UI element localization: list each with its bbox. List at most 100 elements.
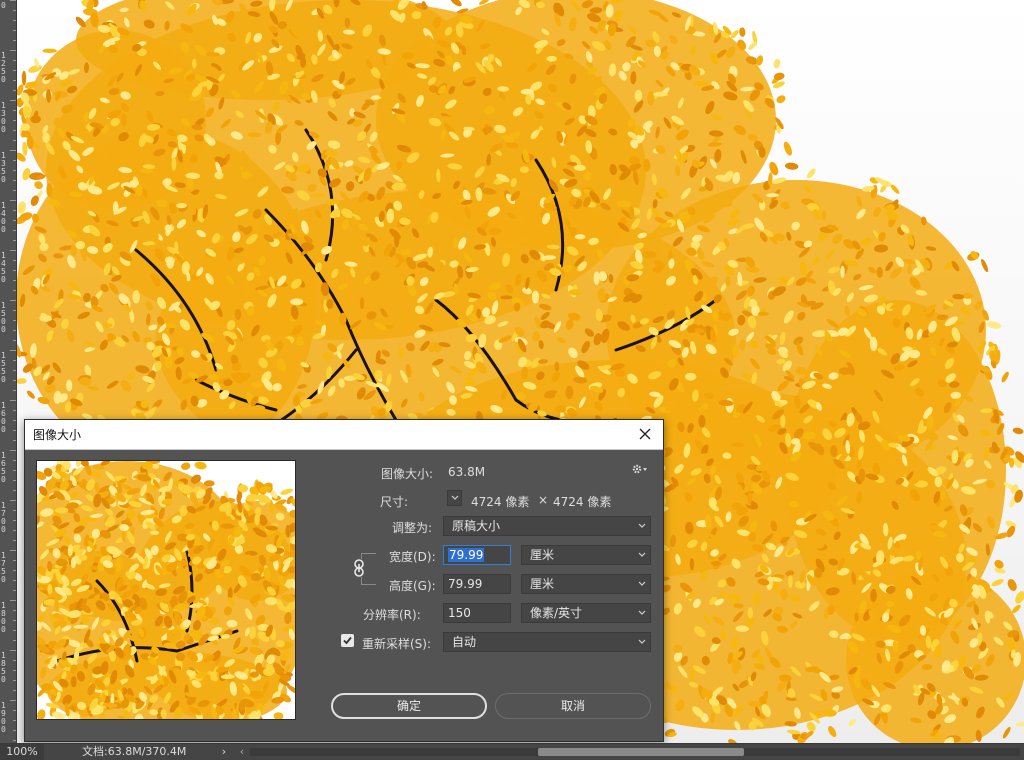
ruler-minor-tick xyxy=(13,570,16,571)
width-label: 宽度(D): xyxy=(389,550,436,564)
ruler-minor-tick xyxy=(13,540,16,541)
resample-checkbox[interactable] xyxy=(341,634,354,647)
ruler-label: 1700 xyxy=(1,501,6,534)
zoom-level-field[interactable]: 100% xyxy=(0,744,44,760)
checkmark-icon xyxy=(343,636,352,645)
settings-gear-button[interactable] xyxy=(631,462,649,476)
gear-icon xyxy=(632,464,647,474)
vertical-ruler[interactable]: 0 1250 1300 1350 1400 1450 1500 1550 1600 1650 170… xyxy=(0,0,17,743)
fit-to-value: 原稿大小 xyxy=(452,519,501,533)
dimensions-unit-dropdown[interactable] xyxy=(447,490,462,506)
height-value: 79.99 xyxy=(448,577,483,591)
dimensions-label: 尺寸: xyxy=(380,495,409,509)
ruler-minor-tick xyxy=(13,210,16,211)
ruler-minor-tick xyxy=(13,660,16,661)
constrain-proportions-toggle[interactable] xyxy=(352,559,366,577)
status-menu-arrow[interactable]: › xyxy=(218,744,230,760)
dialog-title: 图像大小 xyxy=(33,428,82,442)
ruler-tick xyxy=(10,650,16,651)
ruler-minor-tick xyxy=(13,310,16,311)
ruler-minor-tick xyxy=(13,160,16,161)
resolution-input[interactable]: 150 xyxy=(443,603,511,623)
ruler-label: 1500 xyxy=(1,301,6,334)
ruler-tick xyxy=(10,500,16,501)
image-size-dialog: 图像大小 图像大小: 63.8M 尺寸: 4724 像素 × 4724 像素 调… xyxy=(24,419,664,742)
ruler-tick xyxy=(10,50,16,51)
ruler-minor-tick xyxy=(13,510,16,511)
ruler-minor-tick xyxy=(13,10,16,11)
ruler-minor-tick xyxy=(13,520,16,521)
ruler-minor-tick xyxy=(13,170,16,171)
ruler-label: 1250 xyxy=(1,51,6,84)
ruler-minor-tick xyxy=(13,670,16,671)
resolution-unit-select[interactable]: 像素/英寸 xyxy=(521,603,651,623)
chevron-down-icon xyxy=(638,610,646,615)
ruler-tick xyxy=(10,700,16,701)
ruler-tick xyxy=(10,400,16,401)
ruler-label: 0 xyxy=(1,1,6,10)
chevron-down-icon xyxy=(638,581,646,586)
ruler-label: 1650 xyxy=(1,451,6,484)
chevron-down-icon xyxy=(638,639,646,644)
ruler-minor-tick xyxy=(13,70,16,71)
ok-button-label: 确定 xyxy=(396,699,421,713)
cancel-button[interactable]: 取消 xyxy=(495,693,651,719)
resolution-unit-value: 像素/英寸 xyxy=(530,606,583,620)
ruler-minor-tick xyxy=(13,30,16,31)
document-info: 文档:63.8M/370.4M xyxy=(82,745,187,758)
resample-label: 重新采样(S): xyxy=(362,637,432,651)
resolution-value: 150 xyxy=(448,606,471,620)
height-input[interactable]: 79.99 xyxy=(443,574,511,594)
ruler-minor-tick xyxy=(13,440,16,441)
resolution-label: 分辨率(R): xyxy=(363,608,421,622)
scroll-left-button[interactable]: ‹ xyxy=(236,744,248,760)
ruler-minor-tick xyxy=(13,130,16,131)
scrollbar-thumb[interactable] xyxy=(538,748,744,756)
ruler-minor-tick xyxy=(13,480,16,481)
close-icon xyxy=(639,428,651,440)
ruler-minor-tick xyxy=(13,460,16,461)
ruler-minor-tick xyxy=(13,380,16,381)
ruler-minor-tick xyxy=(13,140,16,141)
ruler-minor-tick xyxy=(13,20,16,21)
fit-to-label: 调整为: xyxy=(392,521,433,535)
ruler-tick xyxy=(10,150,16,151)
dimensions-height: 4724 像素 xyxy=(553,495,612,509)
chain-link-icon xyxy=(354,559,364,577)
height-unit-select[interactable]: 厘米 xyxy=(521,574,651,594)
ruler-tick xyxy=(10,200,16,201)
ruler-minor-tick xyxy=(13,330,16,331)
ruler-minor-tick xyxy=(13,120,16,121)
ruler-minor-tick xyxy=(13,610,16,611)
width-input[interactable]: 79.99 xyxy=(443,545,511,565)
ruler-minor-tick xyxy=(13,90,16,91)
ruler-minor-tick xyxy=(13,40,16,41)
ruler-tick xyxy=(10,300,16,301)
image-preview[interactable] xyxy=(36,460,296,720)
ruler-label: 1400 xyxy=(1,201,6,234)
image-size-value: 63.8M xyxy=(448,465,486,479)
ruler-minor-tick xyxy=(13,390,16,391)
dialog-titlebar[interactable]: 图像大小 xyxy=(25,420,663,450)
ruler-minor-tick xyxy=(13,360,16,361)
ruler-minor-tick xyxy=(13,340,16,341)
chevron-down-icon xyxy=(638,552,646,557)
ruler-tick xyxy=(10,450,16,451)
ok-button[interactable]: 确定 xyxy=(331,693,487,719)
dimensions-width: 4724 像素 xyxy=(471,495,530,509)
preview-foliage-image xyxy=(37,461,295,719)
chevron-down-icon xyxy=(638,523,646,528)
ruler-tick xyxy=(10,250,16,251)
width-unit-select[interactable]: 厘米 xyxy=(521,545,651,565)
ruler-minor-tick xyxy=(13,190,16,191)
ruler-minor-tick xyxy=(13,270,16,271)
chevron-down-icon xyxy=(451,495,459,500)
ruler-label: 1300 xyxy=(1,101,6,134)
resample-select[interactable]: 自动 xyxy=(443,632,651,652)
fit-to-select[interactable]: 原稿大小 xyxy=(443,516,651,536)
image-size-label: 图像大小: xyxy=(381,467,434,481)
ruler-label: 1450 xyxy=(1,251,6,284)
ruler-minor-tick xyxy=(13,740,16,741)
horizontal-scrollbar[interactable] xyxy=(250,748,1020,756)
close-button[interactable] xyxy=(633,422,657,446)
